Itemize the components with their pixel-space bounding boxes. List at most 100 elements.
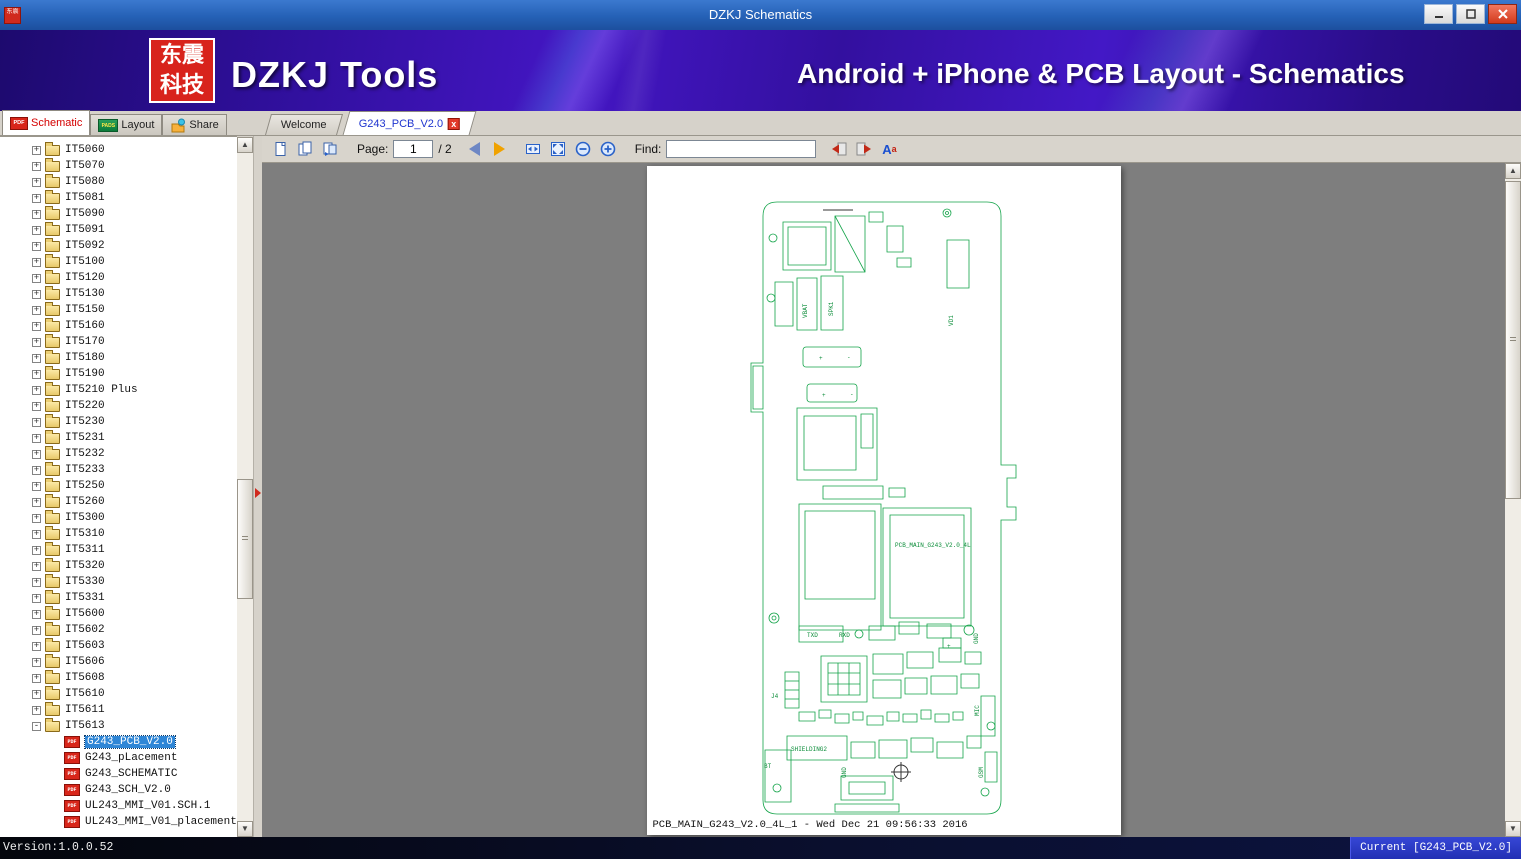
tree-folder-item[interactable]: +IT5230 <box>0 414 237 430</box>
expand-icon[interactable]: + <box>32 162 41 171</box>
tree-scrollbar[interactable]: ▲ ▼ <box>237 137 253 837</box>
find-next-button[interactable] <box>854 139 874 159</box>
tree-folder-item[interactable]: +IT5311 <box>0 542 237 558</box>
tree-folder-item[interactable]: +IT5330 <box>0 574 237 590</box>
tree-file-item[interactable]: PDFG243_SCH_V2.0 <box>0 782 237 798</box>
tree-file-item[interactable]: PDFG243_pLacement <box>0 750 237 766</box>
tree-folder-item[interactable]: +IT5232 <box>0 446 237 462</box>
expand-icon[interactable]: + <box>32 258 41 267</box>
expand-icon[interactable]: + <box>32 498 41 507</box>
expand-icon[interactable]: + <box>32 594 41 603</box>
expand-icon[interactable]: + <box>32 706 41 715</box>
tree-folder-item[interactable]: +IT5081 <box>0 190 237 206</box>
tree-folder-item[interactable]: +IT5080 <box>0 174 237 190</box>
tree-file-item[interactable]: PDFUL243_MMI_V01_placement <box>0 814 237 830</box>
splitter-collapse-icon[interactable] <box>255 488 261 498</box>
expand-icon[interactable]: + <box>32 466 41 475</box>
expand-icon[interactable]: + <box>32 482 41 491</box>
tree-file-item[interactable]: PDFG243_SCHEMATIC <box>0 766 237 782</box>
expand-icon[interactable]: + <box>32 450 41 459</box>
tab-schematic[interactable]: PDF Schematic <box>2 110 90 135</box>
tree-folder-item[interactable]: +IT5092 <box>0 238 237 254</box>
tree-folder-item[interactable]: +IT5250 <box>0 478 237 494</box>
tree-folder-item[interactable]: +IT5090 <box>0 206 237 222</box>
expand-icon[interactable]: + <box>32 178 41 187</box>
tree-file-item[interactable]: PDFG243_PCB_V2.0 <box>0 734 237 750</box>
tree-folder-item[interactable]: +IT5091 <box>0 222 237 238</box>
tree-folder-item[interactable]: +IT5150 <box>0 302 237 318</box>
tree-folder-item[interactable]: +IT5610 <box>0 686 237 702</box>
tab-welcome[interactable]: Welcome <box>265 114 343 135</box>
expand-icon[interactable]: + <box>32 578 41 587</box>
zoom-in-button[interactable] <box>598 139 618 159</box>
expand-icon[interactable]: + <box>32 226 41 235</box>
expand-icon[interactable]: + <box>32 370 41 379</box>
book-view-icon[interactable] <box>320 139 340 159</box>
scroll-up-icon[interactable]: ▲ <box>1505 163 1521 179</box>
tree-folder-item[interactable]: +IT5060 <box>0 142 237 158</box>
tree-folder-item[interactable]: +IT5600 <box>0 606 237 622</box>
single-page-icon[interactable] <box>270 139 290 159</box>
maximize-button[interactable] <box>1456 4 1485 24</box>
tree-folder-item[interactable]: +IT5170 <box>0 334 237 350</box>
document-scrollbar[interactable]: ▲ ▼ <box>1505 163 1521 837</box>
document-scroll-thumb[interactable] <box>1505 181 1521 499</box>
tree-folder-item[interactable]: +IT5220 <box>0 398 237 414</box>
next-page-button[interactable] <box>490 139 510 159</box>
expand-icon[interactable]: + <box>32 194 41 203</box>
tree-scroll-thumb[interactable] <box>237 479 253 599</box>
expand-icon[interactable]: + <box>32 242 41 251</box>
expand-icon[interactable]: + <box>32 290 41 299</box>
tree-folder-item[interactable]: -IT5613 <box>0 718 237 734</box>
find-input[interactable] <box>666 140 816 158</box>
tree-folder-item[interactable]: +IT5603 <box>0 638 237 654</box>
tree-folder-item[interactable]: +IT5233 <box>0 462 237 478</box>
tree-folder-item[interactable]: +IT5608 <box>0 670 237 686</box>
expand-icon[interactable]: + <box>32 514 41 523</box>
collapse-icon[interactable]: - <box>32 722 41 731</box>
tree-folder-item[interactable]: +IT5606 <box>0 654 237 670</box>
tree-file-item[interactable]: PDFUL243_MMI_V01.SCH.1 <box>0 798 237 814</box>
scroll-up-icon[interactable]: ▲ <box>237 137 253 153</box>
expand-icon[interactable]: + <box>32 658 41 667</box>
tree-folder-item[interactable]: +IT5320 <box>0 558 237 574</box>
expand-icon[interactable]: + <box>32 210 41 219</box>
expand-icon[interactable]: + <box>32 546 41 555</box>
tab-share[interactable]: Share <box>162 114 226 135</box>
tree-folder-item[interactable]: +IT5300 <box>0 510 237 526</box>
prev-page-button[interactable] <box>465 139 485 159</box>
tree-folder-item[interactable]: +IT5331 <box>0 590 237 606</box>
close-button[interactable] <box>1488 4 1517 24</box>
tab-layout[interactable]: PADS Layout <box>90 114 162 135</box>
expand-icon[interactable]: + <box>32 642 41 651</box>
tree-folder-item[interactable]: +IT5180 <box>0 350 237 366</box>
expand-icon[interactable]: + <box>32 690 41 699</box>
tree-folder-item[interactable]: +IT5310 <box>0 526 237 542</box>
expand-icon[interactable]: + <box>32 418 41 427</box>
match-case-button[interactable]: Aa <box>879 139 899 159</box>
expand-icon[interactable]: + <box>32 610 41 619</box>
tree-folder-item[interactable]: +IT5160 <box>0 318 237 334</box>
expand-icon[interactable]: + <box>32 434 41 443</box>
tree-folder-item[interactable]: +IT5602 <box>0 622 237 638</box>
tree-folder-item[interactable]: +IT5190 <box>0 366 237 382</box>
tree-folder-item[interactable]: +IT5070 <box>0 158 237 174</box>
pane-splitter[interactable] <box>253 136 262 837</box>
fit-page-button[interactable] <box>548 139 568 159</box>
tree-folder-item[interactable]: +IT5260 <box>0 494 237 510</box>
expand-icon[interactable]: + <box>32 402 41 411</box>
expand-icon[interactable]: + <box>32 306 41 315</box>
tree-folder-item[interactable]: +IT5100 <box>0 254 237 270</box>
expand-icon[interactable]: + <box>32 338 41 347</box>
zoom-out-button[interactable] <box>573 139 593 159</box>
expand-icon[interactable]: + <box>32 562 41 571</box>
fit-width-button[interactable] <box>523 139 543 159</box>
minimize-button[interactable] <box>1424 4 1453 24</box>
scroll-down-icon[interactable]: ▼ <box>237 821 253 837</box>
find-prev-button[interactable] <box>829 139 849 159</box>
scroll-down-icon[interactable]: ▼ <box>1505 821 1521 837</box>
tree-folder-item[interactable]: +IT5130 <box>0 286 237 302</box>
expand-icon[interactable]: + <box>32 626 41 635</box>
expand-icon[interactable]: + <box>32 354 41 363</box>
tab-g243-pcb[interactable]: G243_PCB_V2.0 x <box>342 111 476 135</box>
